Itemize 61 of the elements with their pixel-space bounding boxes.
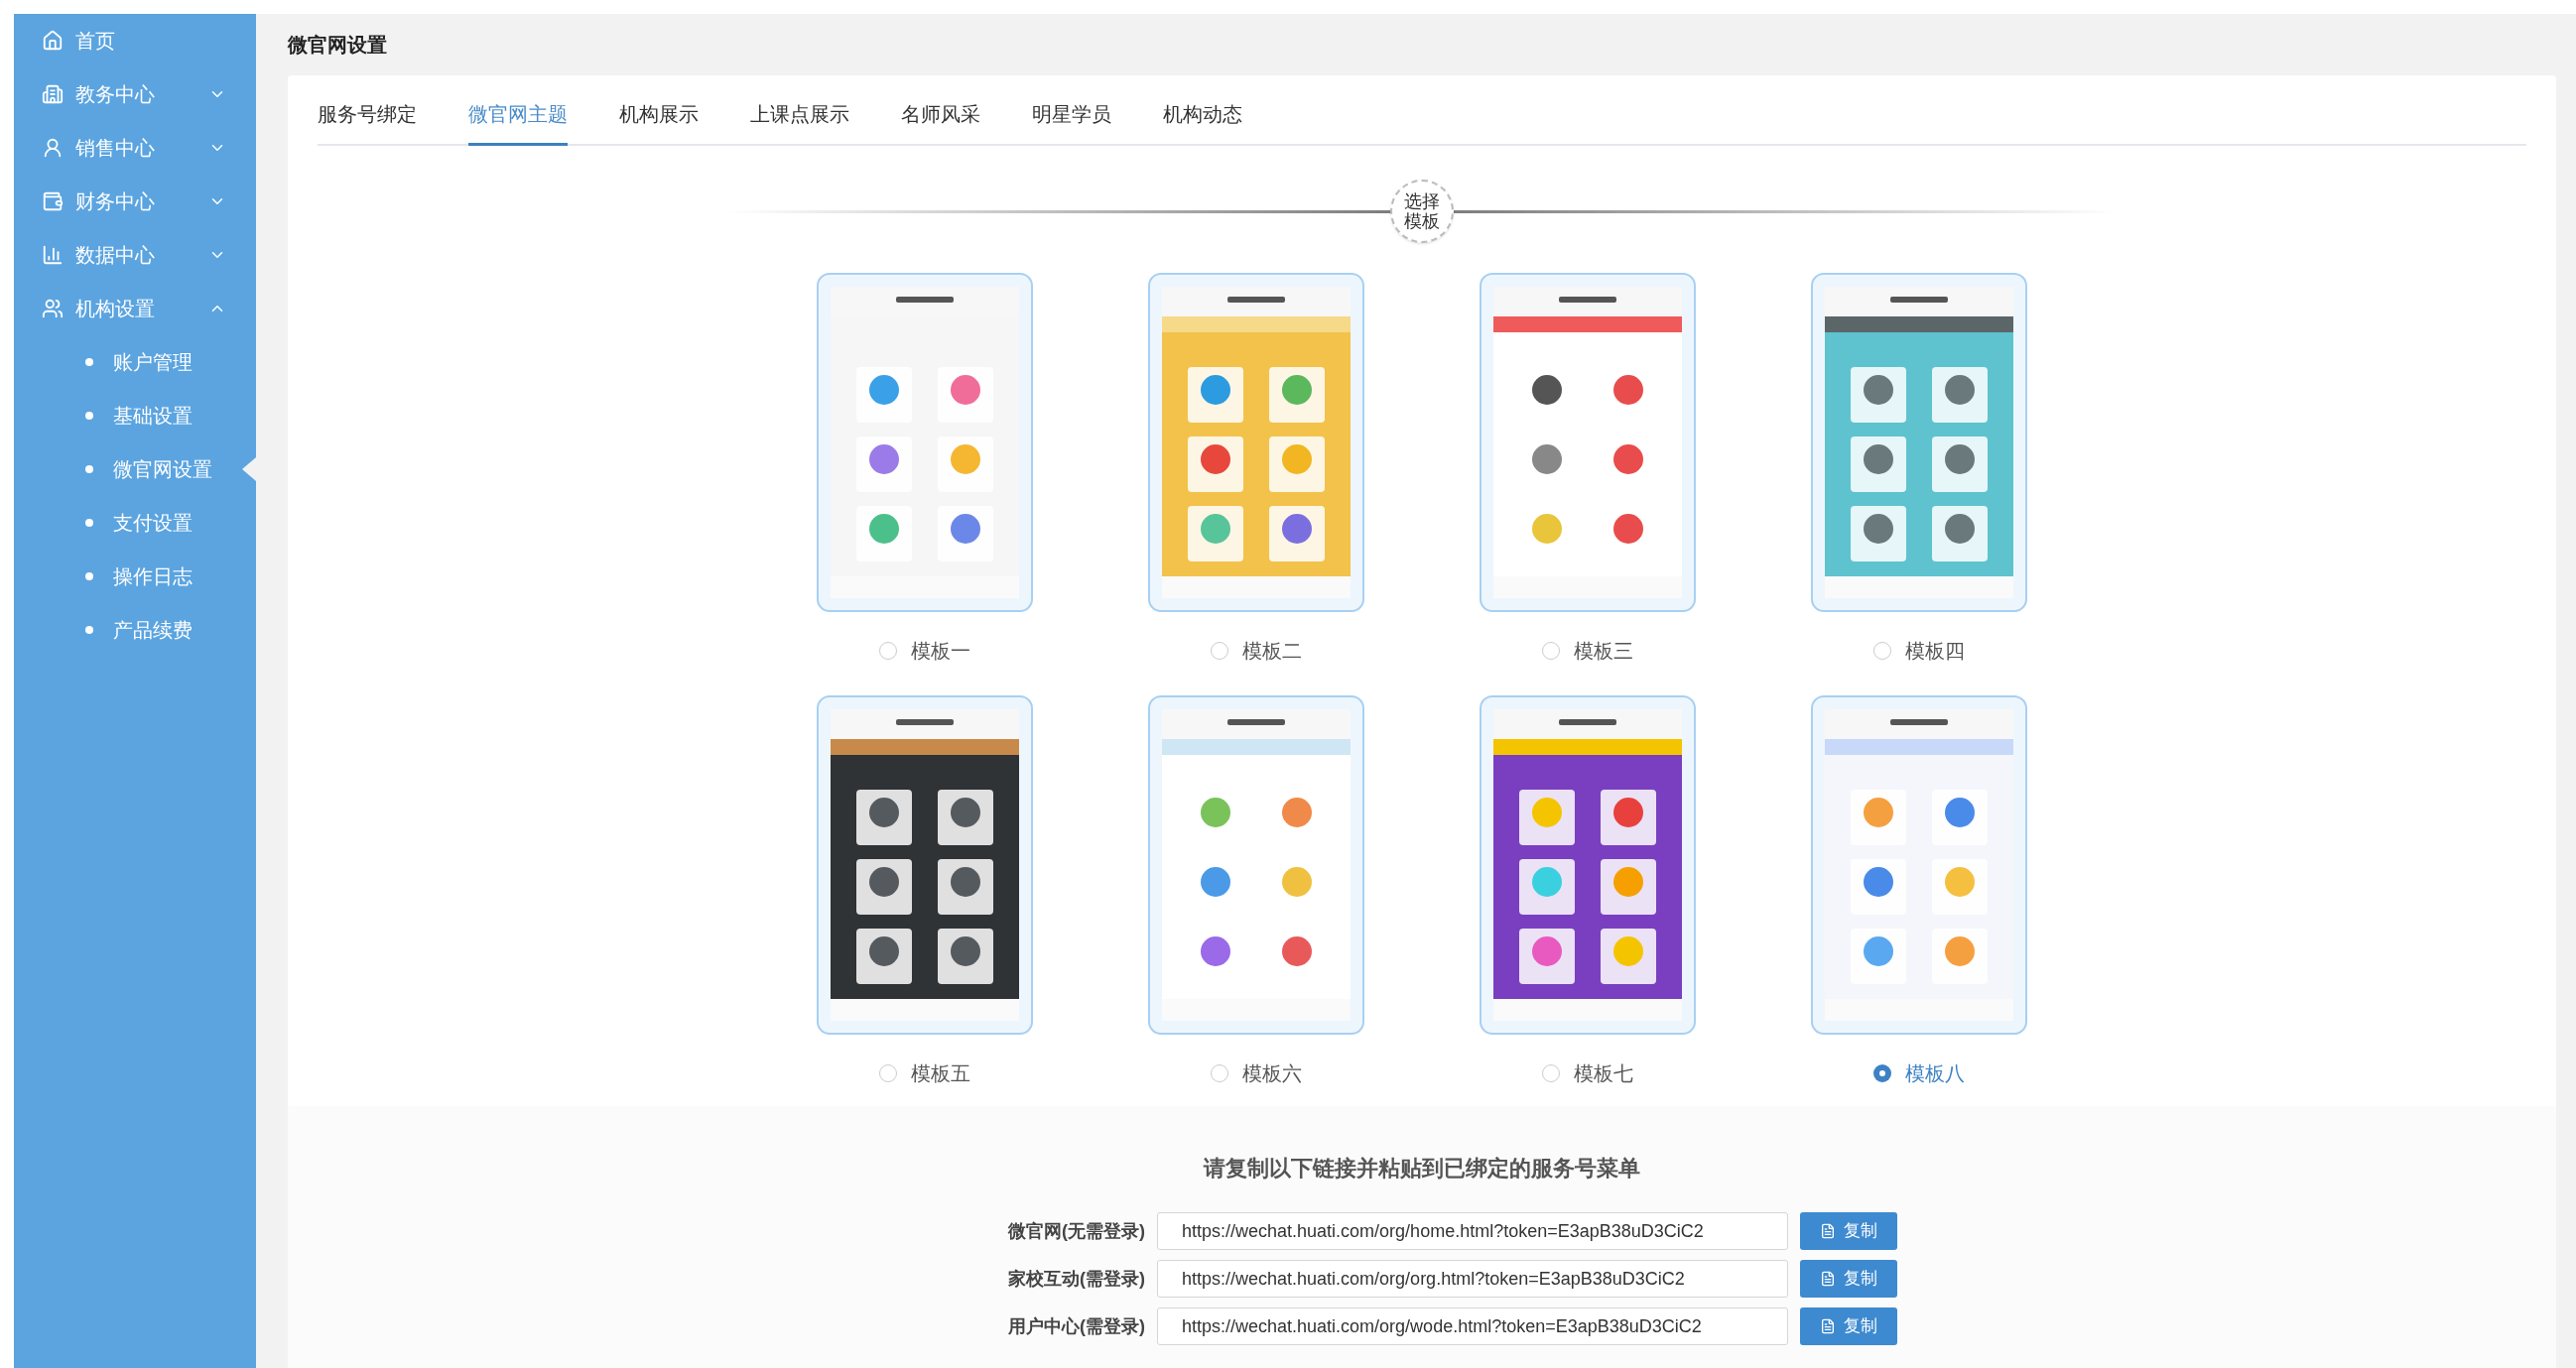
template-option[interactable]: 模板三 [1542,636,1633,666]
document-icon [1820,1271,1836,1287]
bullet-icon [85,465,93,473]
sidebar-subitem[interactable]: 基础设置 [14,389,256,442]
link-label: 微官网(无需登录) [1006,1219,1145,1243]
radio-button[interactable] [879,1064,897,1082]
links-title: 请复制以下链接并粘贴到已绑定的服务号菜单 [1204,1155,1640,1182]
template-option[interactable]: 模板四 [1873,636,1965,666]
tab[interactable]: 服务号绑定 [318,99,417,146]
menu-icon [42,298,64,319]
link-label: 用户中心(需登录) [1007,1314,1145,1338]
tab[interactable]: 名师风采 [901,99,980,146]
template-option[interactable]: 模板一 [879,636,970,666]
radio-button[interactable] [1542,1064,1560,1082]
sidebar-item[interactable]: 教务中心 [14,67,256,121]
sidebar-subitem[interactable]: 产品续费 [14,603,256,657]
template-option[interactable]: 模板二 [1211,636,1302,666]
section-badge: 选择模板 [1390,180,1454,243]
document-icon [1820,1223,1836,1239]
tab[interactable]: 明星学员 [1032,99,1111,146]
link-field[interactable]: https://wechat.huati.com/org/wode.html?token=E3apB38uD3CiC2 [1157,1307,1788,1345]
tab[interactable]: 上课点展示 [750,99,849,146]
bullet-icon [85,358,93,366]
bullet-icon [85,519,93,527]
link-field[interactable]: https://wechat.huati.com/org/home.html?token=E3apB38uD3CiC2 [1157,1212,1788,1250]
sidebar-subitem[interactable]: 账户管理 [14,335,256,389]
template-option[interactable]: 模板六 [1211,1058,1302,1088]
tab[interactable]: 机构展示 [619,99,699,146]
menu-icon [42,244,64,266]
bullet-icon [85,626,93,634]
sidebar-item[interactable]: 数据中心 [14,228,256,282]
tab[interactable]: 微官网主题 [468,99,568,146]
radio-button[interactable] [879,642,897,660]
template-option[interactable]: 模板七 [1542,1058,1633,1088]
sidebar-item[interactable]: 首页 [14,14,256,67]
sidebar-subitem[interactable]: 支付设置 [14,496,256,550]
page-title: 微官网设置 [288,33,388,58]
sidebar-item[interactable]: 机构设置 [14,282,256,335]
radio-button[interactable] [1873,1064,1891,1082]
radio-button[interactable] [1873,642,1891,660]
tab[interactable]: 机构动态 [1163,99,1242,146]
radio-button[interactable] [1542,642,1560,660]
sidebar-item[interactable]: 财务中心 [14,175,256,228]
copy-button[interactable]: 复制 [1800,1307,1897,1345]
radio-button[interactable] [1211,642,1228,660]
link-field[interactable]: https://wechat.huati.com/org/org.html?token=E3apB38uD3CiC2 [1157,1260,1788,1298]
menu-icon [42,30,64,52]
menu-icon [42,190,64,212]
sidebar-subitem[interactable]: 操作日志 [14,550,256,603]
bullet-icon [85,572,93,580]
link-label: 家校互动(需登录) [1007,1267,1145,1291]
menu-icon [42,83,64,105]
copy-button[interactable]: 复制 [1800,1212,1897,1250]
bullet-icon [85,412,93,420]
template-option[interactable]: 模板五 [879,1058,970,1088]
document-icon [1820,1318,1836,1334]
copy-button[interactable]: 复制 [1800,1260,1897,1298]
sidebar-item[interactable]: 销售中心 [14,121,256,175]
radio-button[interactable] [1211,1064,1228,1082]
template-option[interactable]: 模板八 [1873,1058,1965,1088]
menu-icon [42,137,64,159]
